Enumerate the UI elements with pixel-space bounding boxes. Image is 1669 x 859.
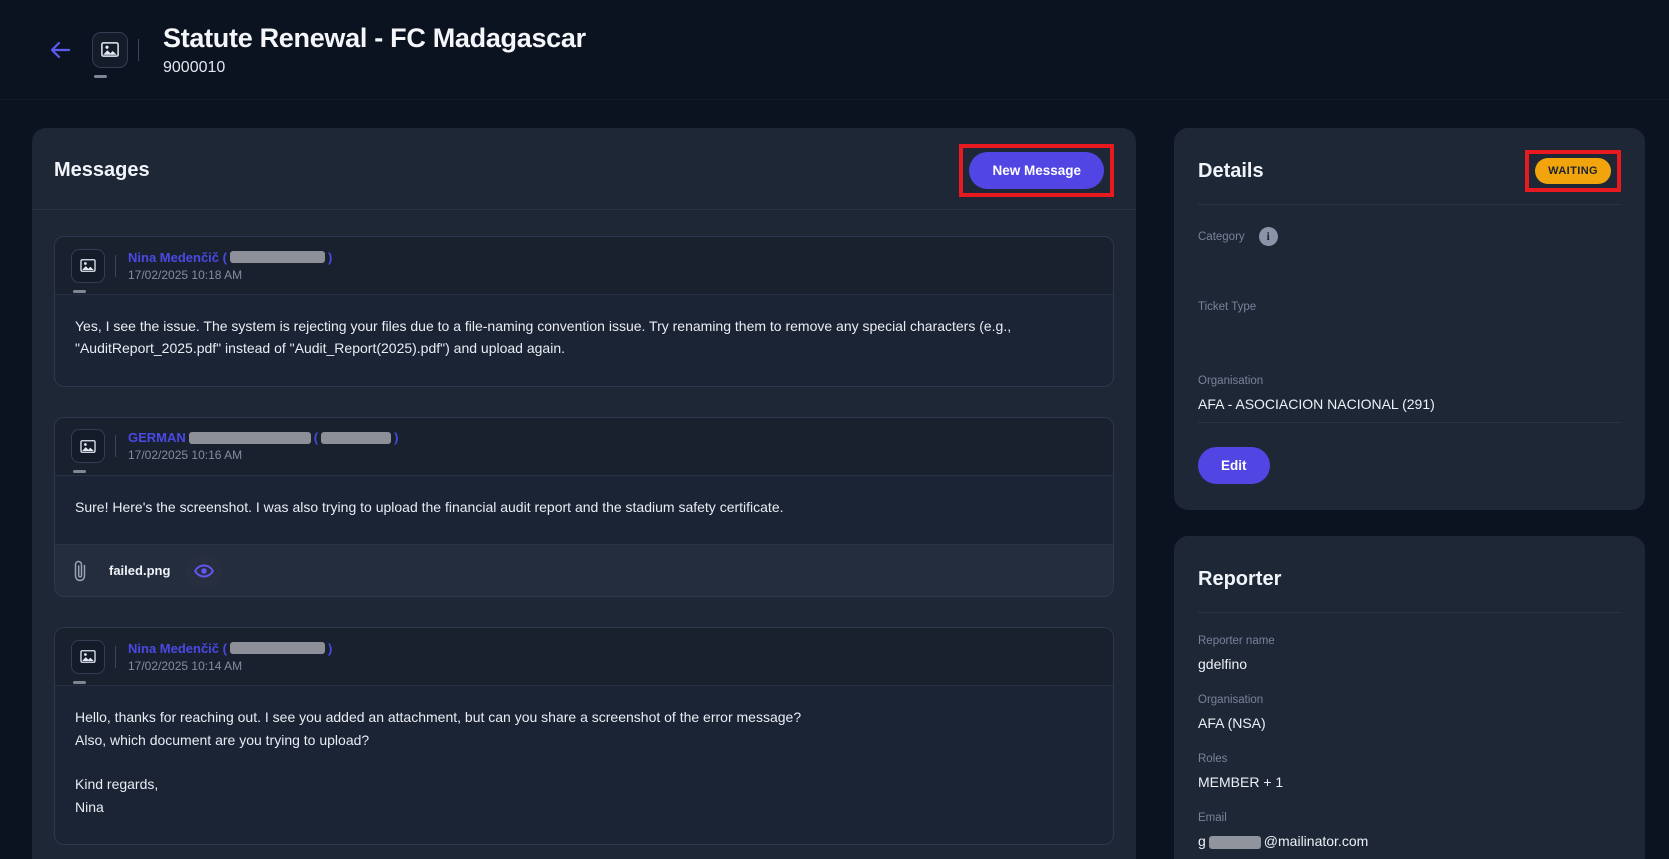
edit-button[interactable]: Edit <box>1198 447 1270 484</box>
messages-list: Nina Medenčič () 17/02/2025 10:18 AM Yes… <box>32 210 1136 859</box>
redacted-text <box>321 432 391 444</box>
info-icon[interactable]: i <box>1259 227 1278 246</box>
back-button[interactable] <box>42 34 78 66</box>
message-timestamp: 17/02/2025 10:16 AM <box>128 448 398 462</box>
message-card: Nina Medenčič () 17/02/2025 10:18 AM Yes… <box>54 236 1114 387</box>
message-author-link[interactable]: GERMAN() <box>128 430 398 445</box>
divider <box>1198 422 1621 423</box>
eye-icon <box>194 564 214 578</box>
divider <box>1198 612 1621 613</box>
reporter-organisation-value: AFA (NSA) <box>1198 715 1621 731</box>
message-card: Nina Medenčič () 17/02/2025 10:14 AM Hel… <box>54 627 1114 845</box>
divider <box>138 39 139 61</box>
roles-label: Roles <box>1198 753 1227 765</box>
avatar-broken-image-icon <box>71 429 105 463</box>
category-label: Category <box>1198 231 1245 243</box>
message-timestamp: 17/02/2025 10:14 AM <box>128 659 332 673</box>
organisation-label: Organisation <box>1198 375 1263 387</box>
status-badge: WAITING <box>1535 158 1611 184</box>
redacted-text <box>230 251 325 263</box>
reporter-title: Reporter <box>1198 568 1281 591</box>
reporter-name-label: Reporter name <box>1198 635 1275 647</box>
reporter-panel: Reporter Reporter name gdelfino Organisa… <box>1174 536 1645 859</box>
message-card: GERMAN() 17/02/2025 10:16 AM Sure! Here'… <box>54 417 1114 597</box>
redacted-text <box>230 642 325 654</box>
reporter-name-value: gdelfino <box>1198 656 1621 672</box>
messages-title: Messages <box>54 159 150 182</box>
avatar-broken-image-icon <box>71 249 105 283</box>
message-author-link[interactable]: Nina Medenčič () <box>128 250 332 265</box>
category-value <box>1198 255 1621 271</box>
email-label: Email <box>1198 812 1227 824</box>
email-value: g@mailinator.com <box>1198 833 1621 849</box>
paperclip-icon <box>73 559 87 583</box>
message-timestamp: 17/02/2025 10:18 AM <box>128 268 332 282</box>
message-body: Hello, thanks for reaching out. I see yo… <box>55 686 1113 844</box>
reporter-organisation-label: Organisation <box>1198 694 1263 706</box>
divider <box>115 435 116 457</box>
redacted-text <box>1209 836 1261 849</box>
annotation-box-status: WAITING <box>1525 150 1621 192</box>
avatar-broken-image-icon <box>71 640 105 674</box>
ticket-type-value <box>1198 322 1621 338</box>
annotation-box-new-message: New Message <box>959 144 1114 197</box>
arrow-left-icon <box>48 40 72 60</box>
redacted-text <box>189 432 311 444</box>
page-title: Statute Renewal - FC Madagascar <box>163 23 586 54</box>
organisation-value: AFA - ASOCIACION NACIONAL (291) <box>1198 396 1621 412</box>
message-body: Sure! Here's the screenshot. I was also … <box>55 476 1113 544</box>
details-title: Details <box>1198 160 1264 183</box>
divider <box>115 646 116 668</box>
divider <box>1198 204 1621 205</box>
attachment-filename: failed.png <box>109 563 170 578</box>
roles-value: MEMBER + 1 <box>1198 774 1621 790</box>
messages-panel: Messages New Message Nina Medenčič () 17 <box>32 128 1136 859</box>
message-author-link[interactable]: Nina Medenčič () <box>128 641 332 656</box>
ticket-type-label: Ticket Type <box>1198 301 1256 313</box>
attachment-row: failed.png <box>55 544 1113 596</box>
preview-attachment-button[interactable] <box>186 553 222 589</box>
details-panel: Details WAITING Category i Ticket Type O… <box>1174 128 1645 510</box>
message-body: Yes, I see the issue. The system is reje… <box>55 295 1113 386</box>
app-header: Statute Renewal - FC Madagascar 9000010 <box>0 0 1669 100</box>
ticket-avatar-broken-image-icon <box>92 32 128 68</box>
ticket-number: 9000010 <box>163 59 586 77</box>
divider <box>115 255 116 277</box>
new-message-button[interactable]: New Message <box>969 152 1104 189</box>
